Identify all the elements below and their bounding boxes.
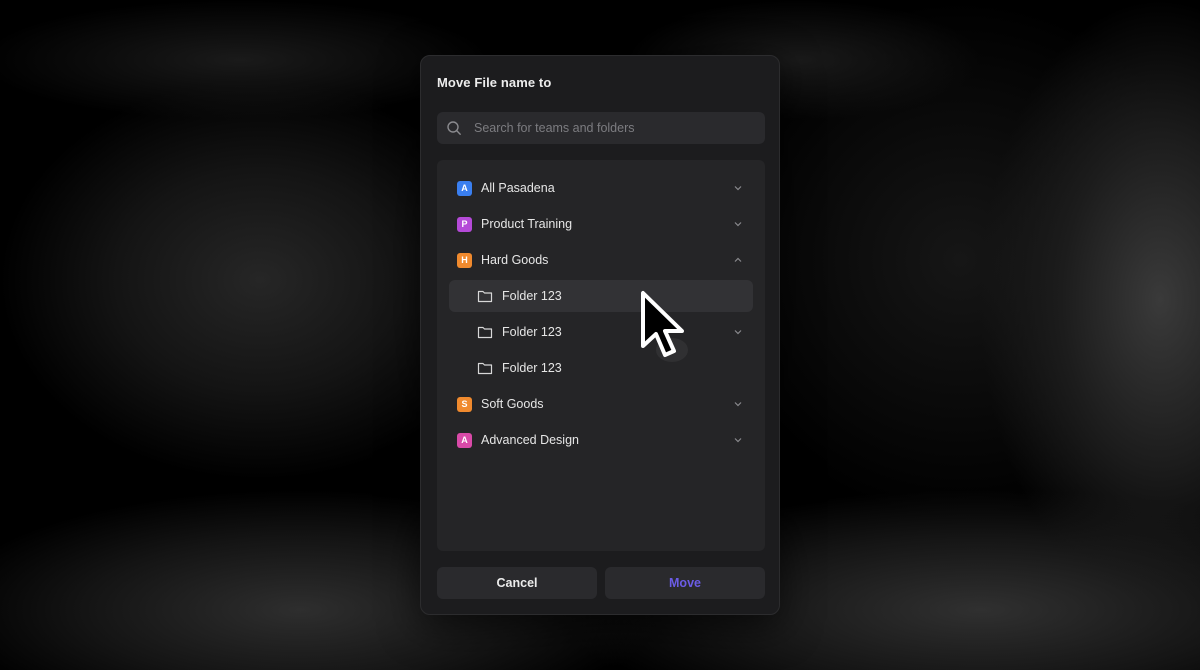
move-button[interactable]: Move (605, 567, 765, 599)
tree-item-label: All Pasadena (481, 181, 555, 195)
search-field[interactable] (437, 112, 765, 144)
tree-item-label: Folder 123 (502, 289, 562, 303)
team-badge: S (457, 396, 472, 412)
team-badge: A (457, 180, 472, 196)
chevron-up-icon[interactable] (733, 255, 743, 265)
mouse-pointer-icon (641, 291, 688, 362)
tree-item-label: Folder 123 (502, 361, 562, 375)
move-file-dialog: Move File name to A All Pasadena P Produ… (420, 55, 780, 615)
folder-icon (477, 326, 493, 339)
tree-item-advanced-design[interactable]: A Advanced Design (449, 424, 753, 456)
search-icon (447, 121, 461, 135)
tree-item-label: Folder 123 (502, 325, 562, 339)
tree-item-folder-123[interactable]: Folder 123 (449, 352, 753, 384)
team-badge: H (457, 252, 472, 268)
chevron-down-icon[interactable] (733, 327, 743, 337)
tree-item-label: Soft Goods (481, 397, 544, 411)
chevron-down-icon[interactable] (733, 399, 743, 409)
chevron-down-icon[interactable] (733, 183, 743, 193)
tree-item-label: Product Training (481, 217, 573, 231)
tree-item-hard-goods[interactable]: H Hard Goods (449, 244, 753, 276)
tree-item-folder-123[interactable]: Folder 123 (449, 316, 753, 348)
tree-item-label: Hard Goods (481, 253, 549, 267)
tree-item-folder-123[interactable]: Folder 123 (449, 280, 753, 312)
folder-icon (477, 290, 493, 303)
folder-tree: A All Pasadena P Product Training H Hard… (437, 160, 765, 551)
team-badge: P (457, 216, 472, 232)
tree-item-soft-goods[interactable]: S Soft Goods (449, 388, 753, 420)
cancel-button[interactable]: Cancel (437, 567, 597, 599)
dialog-title: Move File name to (437, 75, 552, 90)
search-input[interactable] (472, 120, 746, 136)
folder-icon (477, 362, 493, 375)
tree-item-product-training[interactable]: P Product Training (449, 208, 753, 240)
tree-item-all-pasadena[interactable]: A All Pasadena (449, 172, 753, 204)
chevron-down-icon[interactable] (733, 435, 743, 445)
tree-item-label: Advanced Design (481, 433, 579, 447)
team-badge: A (457, 432, 472, 448)
chevron-down-icon[interactable] (733, 219, 743, 229)
